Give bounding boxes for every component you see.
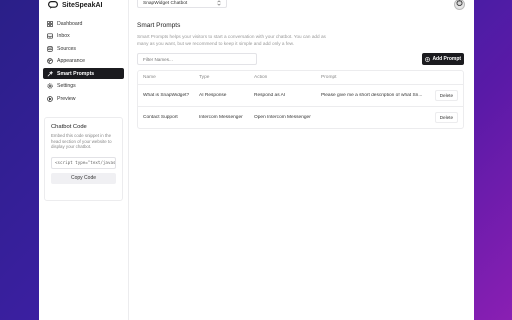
dashboard-icon bbox=[47, 20, 53, 27]
chevron-updown-icon bbox=[217, 0, 221, 6]
column-header-type[interactable]: Type bbox=[194, 75, 249, 80]
app-window: SiteSpeakAI Dashboard Inbox Sources Appe… bbox=[39, 0, 474, 320]
chatbot-code-card: Chatbot Code Embed this code snippet in … bbox=[44, 117, 123, 201]
sidebar-item-label: Appearance bbox=[57, 58, 85, 64]
cell-type: Intercom Messenger bbox=[199, 115, 243, 120]
main-content: SnapWidget Chatbot Smart Prompts Smart P… bbox=[129, 0, 474, 320]
brand-name: SiteSpeakAI bbox=[62, 1, 103, 9]
sidebar-item-settings[interactable]: Settings bbox=[43, 81, 124, 92]
chatbot-code-title: Chatbot Code bbox=[51, 124, 87, 130]
chatbot-select[interactable]: SnapWidget Chatbot bbox=[137, 0, 227, 8]
table-row[interactable]: Contact Support Intercom Messenger Open … bbox=[138, 106, 463, 128]
sidebar-item-label: Settings bbox=[57, 83, 76, 89]
gear-icon bbox=[47, 83, 53, 89]
table-header-row: Name Type Action Prompt bbox=[138, 71, 463, 84]
sidebar-item-label: Smart Prompts bbox=[57, 70, 95, 77]
brand[interactable]: SiteSpeakAI bbox=[43, 0, 124, 12]
column-header-name[interactable]: Name bbox=[138, 75, 194, 80]
sidebar-item-label: Preview bbox=[57, 95, 76, 102]
sidebar-item-label: Dashboard bbox=[57, 20, 83, 27]
chatbot-code-description: Embed this code snippet in the head sect… bbox=[51, 133, 112, 150]
cell-prompt: Please give me a short description of wh… bbox=[321, 93, 423, 98]
delete-button[interactable]: Delete bbox=[434, 90, 458, 101]
column-header-prompt[interactable]: Prompt bbox=[316, 75, 431, 80]
sidebar-item-inbox[interactable]: Inbox bbox=[43, 31, 124, 42]
cell-name: What is SnapWidget? bbox=[143, 93, 190, 98]
avatar[interactable] bbox=[454, 0, 465, 10]
cell-action: Respond as AI bbox=[254, 93, 286, 98]
preview-icon bbox=[47, 95, 53, 102]
filter-names-input[interactable] bbox=[137, 53, 257, 65]
sidebar-item-smart-prompts[interactable]: Smart Prompts bbox=[43, 68, 124, 79]
cell-type: AI Response bbox=[199, 93, 227, 98]
sidebar-item-label: Sources bbox=[57, 45, 77, 52]
page-title: Smart Prompts bbox=[137, 22, 181, 29]
prompts-table: Name Type Action Prompt What is SnapWidg… bbox=[137, 70, 464, 129]
code-snippet-field[interactable]: <script type="text/javascript bbox=[51, 156, 116, 169]
cell-delete: Delete bbox=[431, 90, 463, 101]
table-row[interactable]: What is SnapWidget? AI Response Respond … bbox=[138, 84, 463, 106]
sources-icon bbox=[47, 45, 53, 52]
cell-delete: Delete bbox=[431, 112, 463, 123]
sidebar-nav: Dashboard Inbox Sources Appearance Smart… bbox=[43, 18, 124, 104]
appearance-icon bbox=[47, 58, 53, 64]
cell-action: Open Intercom Messenger bbox=[254, 115, 311, 120]
add-prompt-button[interactable]: Add Prompt bbox=[422, 53, 464, 65]
chatbot-select-value: SnapWidget Chatbot bbox=[143, 0, 188, 6]
sidebar-item-label: Inbox bbox=[57, 33, 70, 39]
sidebar-item-preview[interactable]: Preview bbox=[43, 93, 124, 104]
smart-prompts-icon bbox=[47, 70, 53, 77]
sidebar-item-sources[interactable]: Sources bbox=[43, 43, 124, 54]
cell-name: Contact Support bbox=[143, 115, 178, 120]
logo-icon bbox=[48, 1, 58, 9]
copy-code-button[interactable]: Copy Code bbox=[51, 172, 116, 184]
column-header-action[interactable]: Action bbox=[249, 75, 316, 80]
delete-button[interactable]: Delete bbox=[434, 112, 458, 123]
sidebar-item-appearance[interactable]: Appearance bbox=[43, 56, 124, 67]
inbox-icon bbox=[47, 33, 53, 39]
sidebar: SiteSpeakAI Dashboard Inbox Sources Appe… bbox=[39, 0, 129, 320]
sidebar-item-dashboard[interactable]: Dashboard bbox=[43, 18, 124, 29]
plus-circle-icon bbox=[425, 56, 430, 62]
add-prompt-label: Add Prompt bbox=[432, 56, 462, 62]
page-description: Smart Prompts helps your visitors to sta… bbox=[137, 34, 326, 46]
